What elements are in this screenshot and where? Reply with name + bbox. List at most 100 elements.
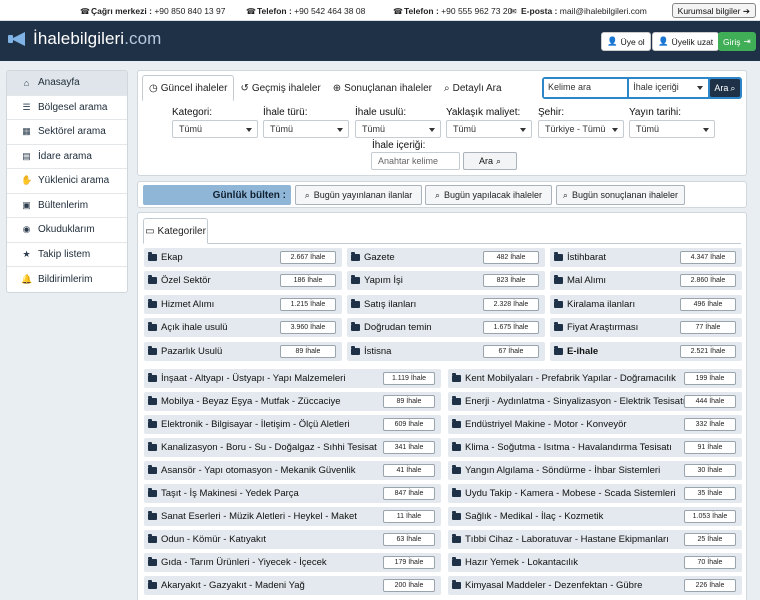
extend-membership-button[interactable]: 👤 Üyelik uzat	[652, 32, 720, 51]
sector-count-badge: 179 İhale	[383, 556, 435, 569]
sector-name: Taşıt - İş Makinesi - Yedek Parça	[161, 488, 299, 499]
sector-row[interactable]: Klima - Soğutma - Isıtma - Havalandırma …	[448, 438, 742, 457]
category-row[interactable]: Kiralama ilanları 496 İhale	[550, 294, 742, 314]
category-row[interactable]: Gazete 482 İhale	[347, 248, 545, 267]
sector-row[interactable]: Elektronik - Bilgisayar - İletişim - Ölç…	[144, 415, 441, 434]
sidebar-item-read[interactable]: ◉ Okuduklarım	[7, 218, 127, 243]
sector-row[interactable]: İnşaat - Altyapı - Üstyapı - Yapı Malzem…	[144, 369, 441, 388]
category-row[interactable]: Fiyat Araştırması 77 İhale	[550, 318, 742, 338]
sector-row[interactable]: Yangın Algılama - Söndürme - İhbar Siste…	[448, 461, 742, 480]
sidebar-item-watchlist[interactable]: ★ Takip listem	[7, 243, 127, 267]
quick-search-button[interactable]: Ara ⌕	[709, 79, 740, 97]
category-select[interactable]: Tümü	[172, 120, 258, 138]
chevron-down-icon	[337, 128, 343, 132]
sector-row[interactable]: Hazır Yemek - Lokantacılık 70 İhale	[448, 553, 742, 572]
sidebar-item-contractor-search[interactable]: ✋ Yüklenici arama	[7, 169, 127, 194]
corporate-info-button[interactable]: Kurumsal bilgiler ➔	[671, 3, 756, 18]
daily-bulletin-label: Günlük bülten :	[143, 185, 291, 205]
folder-icon	[452, 373, 461, 382]
category-row[interactable]: Mal Alımı 2.860 İhale	[550, 271, 742, 291]
sector-name: Uydu Takip - Kamera - Mobese - Scada Sis…	[465, 488, 676, 499]
folder-icon	[554, 298, 563, 308]
megaphone-icon	[6, 30, 30, 48]
sidebar-item-regional-search[interactable]: ☰ Bölgesel arama	[7, 96, 127, 120]
category-row[interactable]: Açık ihale usulü 3.960 İhale	[144, 318, 342, 338]
sector-row[interactable]: Akaryakıt - Gazyakıt - Madeni Yağ 200 İha…	[144, 576, 441, 595]
category-row[interactable]: Pazarlık Usulü 89 İhale	[144, 341, 342, 361]
sector-row[interactable]: Tıbbi Cihaz - Laboratuvar - Hastane Ekip…	[448, 530, 742, 549]
category-row[interactable]: Özel Sektör 186 İhale	[144, 271, 342, 291]
quick-search-scope-select[interactable]: İhale içeriği	[629, 79, 708, 97]
signup-button[interactable]: 👤 Üye ol	[601, 32, 651, 51]
city-select[interactable]: Türkiye - Tümü	[538, 120, 624, 138]
category-row[interactable]: İstisna 67 İhale	[347, 341, 545, 361]
search-icon: ⌕	[730, 82, 736, 93]
sector-row[interactable]: Kanalizasyon - Boru - Su - Doğalgaz - Sı…	[144, 438, 441, 457]
sector-count-badge: 25 İhale	[684, 533, 736, 546]
keyword-search-button[interactable]: Ara ⌕	[463, 152, 517, 170]
category-row[interactable]: Hizmet Alımı 1.215 İhale	[144, 294, 342, 314]
keyword-input[interactable]: Anahtar kelime	[371, 152, 460, 170]
sector-count-badge: 1.119 İhale	[383, 372, 435, 385]
sector-row[interactable]: Uydu Takip - Kamera - Mobese - Scada Sis…	[448, 484, 742, 503]
category-name: Kiralama ilanları	[567, 298, 636, 310]
category-row[interactable]: İstihbarat 4.347 İhale	[550, 248, 742, 267]
tab-concluded-tenders[interactable]: ⊕ Sonuçlanan ihaleler	[327, 75, 438, 101]
sector-row[interactable]: Kent Mobilyaları - Prefabrik Yapılar - D…	[448, 369, 742, 388]
sector-row[interactable]: Asansör - Yapı otomasyon - Mekanik Güven…	[144, 461, 441, 480]
today-concluded-button[interactable]: ⌕ Bugün sonuçlanan ihaleler	[556, 185, 685, 205]
tender-type-select[interactable]: Tümü	[263, 120, 349, 138]
sector-row[interactable]: Sağlık - Medikal - İlaç - Kozmetik 1.053 …	[448, 507, 742, 526]
sector-row[interactable]: Enerji - Aydınlatma - Sinyalizasyon - El…	[448, 392, 742, 411]
category-count-badge: 1.215 İhale	[280, 297, 336, 311]
sector-row[interactable]: Kimyasal Maddeler - Dezenfektan - Gübre 2…	[448, 576, 742, 595]
category-row[interactable]: Ekap 2.667 İhale	[144, 248, 342, 267]
sign-in-icon: ⇥	[743, 36, 751, 46]
search-icon: ⌕	[562, 189, 568, 200]
tab-categories[interactable]: ▭ Kategoriler	[143, 218, 208, 244]
phone-icon: ☎	[393, 7, 403, 16]
today-held-button[interactable]: ⌕ Bugün yapılacak ihaleler	[425, 185, 552, 205]
tab-detailed-search[interactable]: ⌕ Detaylı Ara	[438, 75, 508, 101]
quick-search-input[interactable]: Kelime ara	[544, 79, 628, 97]
category-row[interactable]: Doğrudan temin 1.675 İhale	[347, 318, 545, 338]
email-link[interactable]: mail@ihalebilgileri.com	[560, 6, 647, 16]
site-logo[interactable]: İhalebilgileri.com	[6, 29, 161, 49]
sector-row[interactable]: Endüstriyel Makine - Motor - Konveyör 332…	[448, 415, 742, 434]
chevron-down-icon	[429, 128, 435, 132]
folder-icon	[452, 396, 461, 405]
sidebar-item-sector-search[interactable]: ▦ Sektörel arama	[7, 120, 127, 145]
sector-count-badge: 341 İhale	[383, 441, 435, 454]
sidebar-item-notifications[interactable]: 🔔 Bildirimlerim	[7, 267, 127, 292]
sidebar-item-authority-search[interactable]: ▤ İdare arama	[7, 145, 127, 169]
sidebar-item-home[interactable]: ⌂ Anasayfa	[7, 71, 127, 96]
today-published-button[interactable]: ⌕ Bugün yayınlanan ilanlar	[295, 185, 422, 205]
category-count-badge: 2.328 İhale	[483, 297, 539, 311]
tab-current-tenders[interactable]: ◷ Güncel ihaleler	[142, 75, 235, 101]
publish-date-label: Yayın tarihi:	[629, 107, 682, 118]
search-panel: ◷ Güncel ihaleler ↺ Geçmiş ihaleler ⊕ Sonuç…	[137, 70, 747, 176]
publish-date-select[interactable]: Tümü	[629, 120, 715, 138]
sector-row[interactable]: Mobilya - Beyaz Eşya - Mutfak - Züccaciy…	[144, 392, 441, 411]
sector-row[interactable]: Odun - Kömür - Katıyakıt 63 İhale	[144, 530, 441, 549]
sector-name: Hazır Yemek - Lokantacılık	[465, 557, 578, 568]
sector-row[interactable]: Sanat Eserleri - Müzik Aletleri - Heykel…	[144, 507, 441, 526]
category-row[interactable]: Yapım İşi 823 İhale	[347, 271, 545, 291]
tender-method-select[interactable]: Tümü	[355, 120, 441, 138]
category-count-badge: 496 İhale	[680, 297, 736, 311]
history-icon: ↺	[240, 82, 249, 94]
folder-icon	[148, 419, 157, 428]
category-row[interactable]: Satış ilanları 2.328 İhale	[347, 294, 545, 314]
sector-row[interactable]: Gıda - Tarım Ürünleri - Yiyecek - İçecek…	[144, 553, 441, 572]
login-button[interactable]: Giriş ⇥	[718, 32, 756, 51]
tab-past-tenders[interactable]: ↺ Geçmiş ihaleler	[234, 75, 326, 101]
chevron-down-icon	[612, 128, 618, 132]
sector-row[interactable]: Taşıt - İş Makinesi - Yedek Parça 847 İha…	[144, 484, 441, 503]
sidebar-item-bulletins[interactable]: ▣ Bültenlerim	[7, 194, 127, 218]
category-row[interactable]: E-ihale 2.521 İhale	[550, 341, 742, 361]
city-label: Şehir:	[538, 107, 565, 118]
approx-cost-select[interactable]: Tümü	[446, 120, 532, 138]
folder-icon	[148, 534, 157, 543]
user-plus-icon: 👤	[607, 36, 618, 46]
star-icon: ★	[22, 248, 31, 259]
